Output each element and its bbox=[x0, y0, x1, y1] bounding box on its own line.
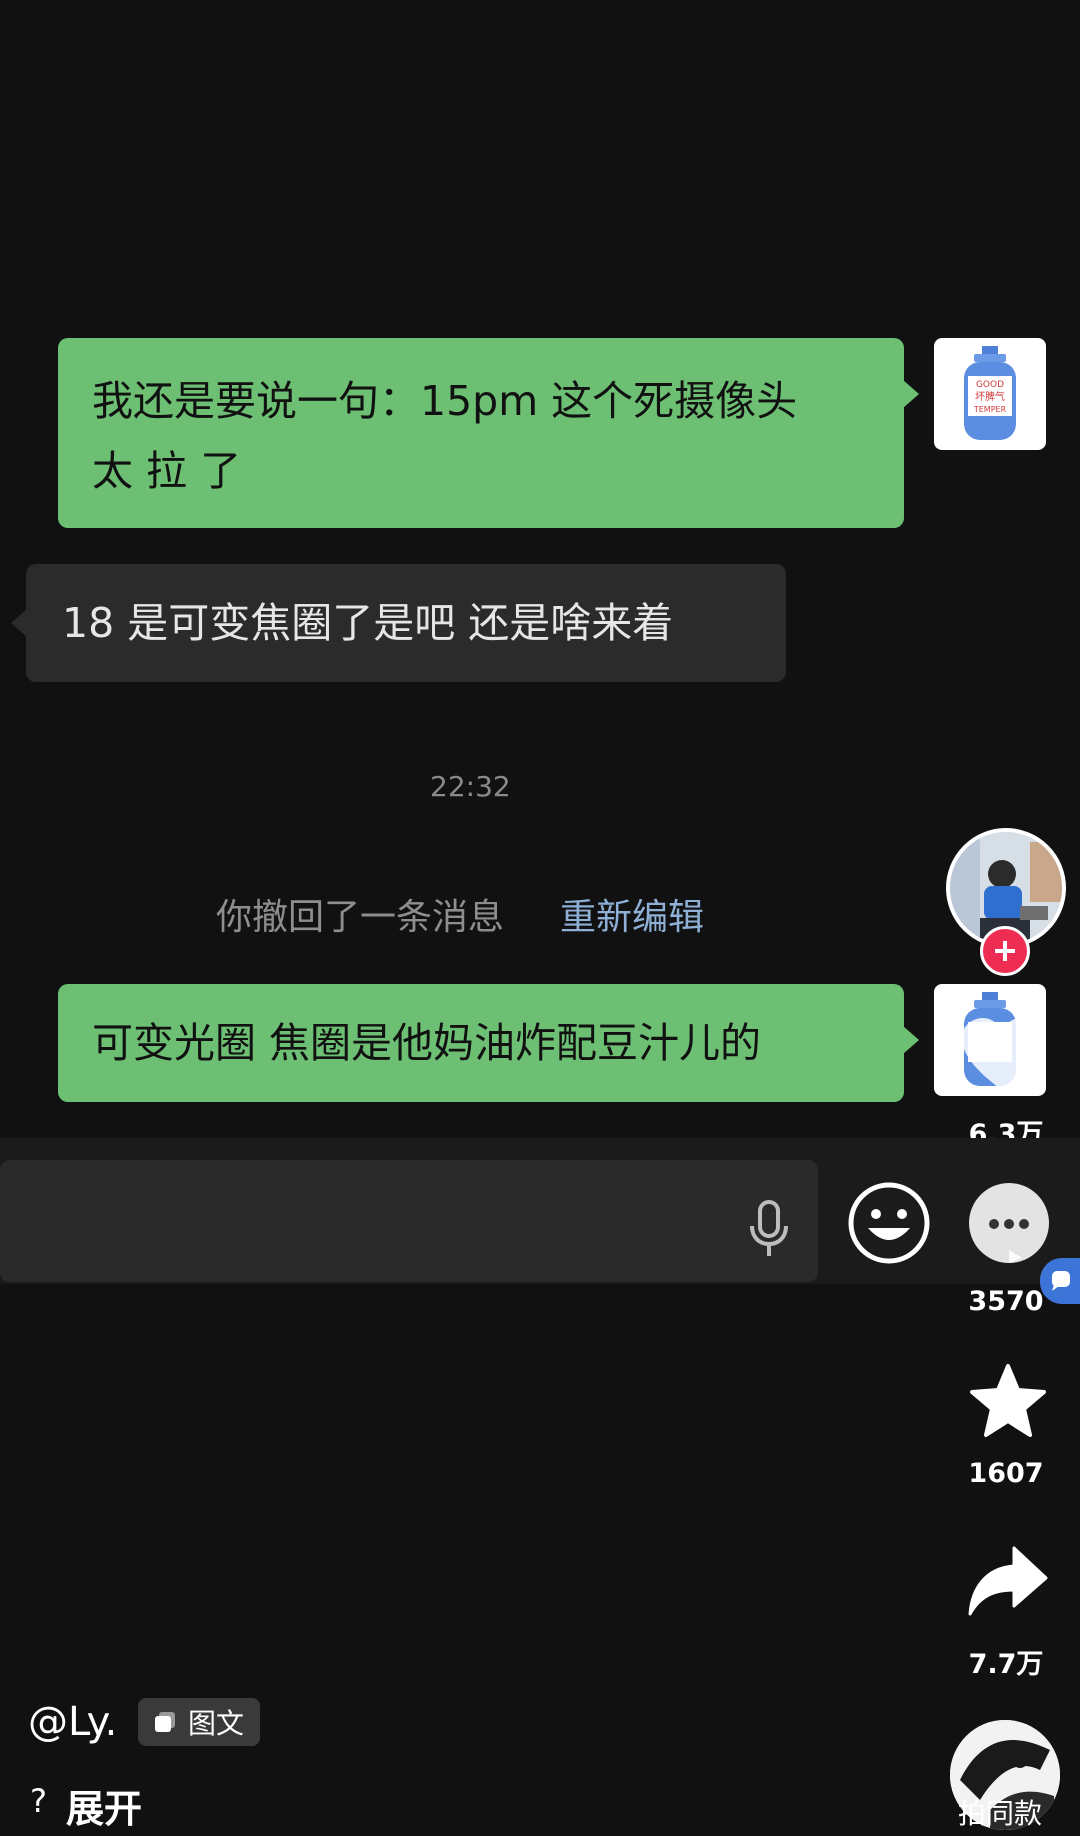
like-button[interactable] bbox=[952, 1004, 1052, 1104]
smiley-face-icon bbox=[848, 1182, 930, 1264]
voice-button[interactable] bbox=[744, 1198, 794, 1262]
plus-icon bbox=[995, 941, 1015, 961]
emoji-button[interactable] bbox=[846, 1180, 932, 1266]
recall-notice: 你撤回了一条消息 bbox=[216, 897, 505, 938]
bubble-tail bbox=[903, 1026, 919, 1054]
sent-message-bubble[interactable]: 我还是要说一句：15pm 这个死摄像头 太 拉 了 bbox=[58, 338, 904, 528]
comment-count: 3570 bbox=[968, 1286, 1044, 1317]
heart-icon bbox=[962, 1018, 1042, 1090]
sent-message-bubble[interactable]: 可变光圈 焦圈是他妈油炸配豆汁儿的 bbox=[58, 984, 904, 1102]
message-input[interactable] bbox=[0, 1160, 818, 1282]
message-timestamp: 22:32 bbox=[430, 770, 511, 803]
post-type-tag: 图文 bbox=[138, 1698, 261, 1746]
bubble-tail bbox=[903, 380, 919, 408]
expand-prefix: ? bbox=[30, 1782, 47, 1820]
svg-text:GOOD: GOOD bbox=[976, 380, 1004, 390]
bubble-tail bbox=[11, 609, 27, 637]
star-icon bbox=[970, 1364, 1046, 1437]
message-text: 可变光圈 焦圈是他妈油炸配豆汁儿的 bbox=[92, 1019, 762, 1067]
gas-tank-avatar-icon: GOOD 坏脾气 TEMPER bbox=[964, 346, 1016, 440]
message-text: 18 是可变焦圈了是吧 还是啥来着 bbox=[62, 599, 674, 647]
message-text-line: 太 拉 了 bbox=[92, 447, 242, 495]
favorite-count: 1607 bbox=[968, 1458, 1044, 1489]
share-arrow-icon bbox=[968, 1546, 1048, 1616]
message-text-line: 我还是要说一句：15pm 这个死摄像头 bbox=[92, 377, 798, 425]
my-avatar[interactable]: GOOD 坏脾气 TEMPER bbox=[934, 338, 1046, 450]
svg-text:TEMPER: TEMPER bbox=[973, 405, 1007, 414]
comment-bubble-icon bbox=[969, 1183, 1049, 1263]
share-button[interactable] bbox=[966, 1544, 1050, 1618]
svg-text:坏脾气: 坏脾气 bbox=[975, 390, 1005, 403]
favorite-button[interactable] bbox=[966, 1360, 1050, 1444]
comment-button[interactable] bbox=[964, 1180, 1054, 1270]
microphone-icon bbox=[750, 1200, 788, 1256]
received-message-bubble[interactable]: 18 是可变焦圈了是吧 还是啥来着 bbox=[26, 564, 786, 682]
share-count: 7.7万 bbox=[968, 1649, 1044, 1680]
expand-button[interactable]: 展开 bbox=[66, 1778, 142, 1833]
image-text-icon bbox=[155, 1712, 175, 1732]
same-style-label[interactable]: 拍同款 bbox=[958, 1792, 1042, 1832]
reedit-link[interactable]: 重新编辑 bbox=[560, 888, 704, 940]
username[interactable]: @Ly. bbox=[28, 1698, 117, 1746]
post-type-label: 图文 bbox=[188, 1707, 245, 1740]
follow-button[interactable] bbox=[980, 926, 1030, 976]
